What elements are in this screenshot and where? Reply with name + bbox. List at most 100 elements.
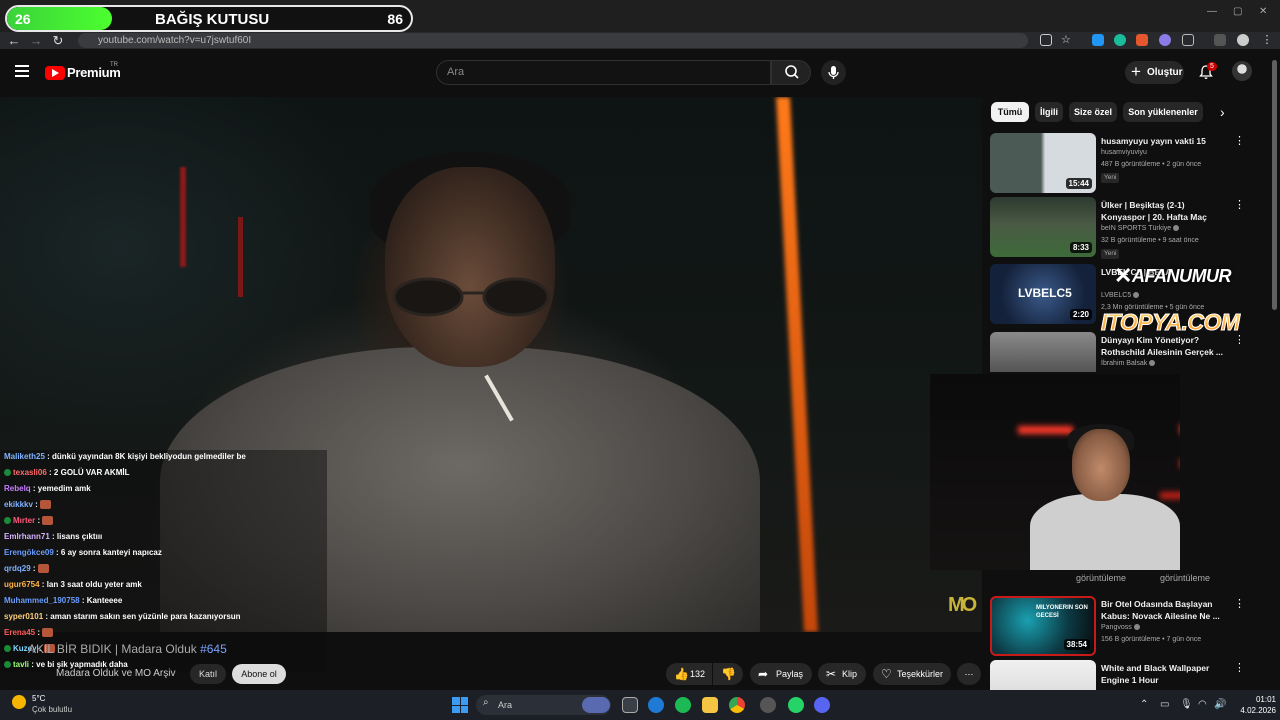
recommendation-channel[interactable]: husamviyuviyu [1101,149,1147,156]
close-icon[interactable]: ✕ [1259,6,1267,17]
chat-username[interactable]: Emlrhann71 [4,532,50,541]
url-field[interactable]: youtube.com/watch?v=u7jswtuf60I [78,33,1028,48]
forward-icon[interactable]: → [26,32,46,49]
network-icon[interactable]: ▭ [1160,699,1169,710]
more-icon[interactable]: ⋮ [1234,199,1245,211]
recommendation-channel[interactable]: LVBELC5 [1101,292,1140,299]
chat-username[interactable]: Rebelq [4,484,31,493]
weather-description[interactable]: Çok bulutlu [32,705,72,714]
windows-start-icon[interactable] [452,697,468,713]
bookmark-star-icon[interactable]: ☆ [1061,34,1073,46]
chat-message: Emlrhann71 : lisans çıktııı [4,532,102,548]
chat-message: Muhammed_190758 : Kanteeee [4,596,122,612]
chat-username[interactable]: ugur6754 [4,580,40,589]
reload-icon[interactable]: ↻ [48,32,68,49]
chat-username[interactable]: Erengökce09 [4,548,54,557]
clip-button[interactable]: ✂ Klip [818,663,866,685]
clock-time[interactable]: 01:01 [1248,695,1276,704]
chat-username[interactable]: Maliketh25 [4,452,45,461]
recommendation-item[interactable]: MILYONERIN SON GECESİ 38:54 Bir Otel Oda… [990,596,1245,658]
join-button[interactable]: Katıl [190,664,226,684]
recommendation-item[interactable]: 8:33 Ülker | Beşiktaş (2-1) Konyaspor | … [990,197,1245,259]
cast-icon[interactable] [1040,34,1052,46]
share-button[interactable]: ➦ Paylaş [750,663,812,685]
search-button[interactable] [771,60,811,85]
views-label: görüntüleme [1076,573,1127,583]
extension-icon[interactable] [1136,34,1148,46]
recommendation-title[interactable]: White and Black Wallpaper Engine 1 Hour [1101,662,1226,686]
recommendation-item[interactable]: Dünyayı Kim Yönetiyor? Rothschild Ailesi… [990,332,1240,372]
more-icon[interactable]: ⋮ [1261,34,1273,46]
page-scrollbar[interactable] [1272,60,1277,310]
discord-icon[interactable] [814,697,830,713]
more-actions-button[interactable]: ⋯ [957,663,981,685]
chat-username[interactable]: Muhammed_190758 [4,596,80,605]
video-thumbnail[interactable]: MILYONERIN SON GECESİ 38:54 [990,596,1096,656]
weather-temperature[interactable]: 5°C [32,694,45,703]
spotify-icon[interactable] [675,697,691,713]
recommendation-title[interactable]: Ülker | Beşiktaş (2-1) Konyaspor | 20. H… [1101,199,1226,224]
recommendation-title[interactable]: Dünyayı Kim Yönetiyor? Rothschild Ailesi… [1101,334,1226,358]
chat-username[interactable]: ekikkkv [4,500,33,509]
thanks-button[interactable]: ♡ Teşekkürler [873,663,951,685]
chip-for-you[interactable]: Size özel [1069,102,1117,122]
recommendation-channel[interactable]: beIN SPORTS Türkiye [1101,225,1180,232]
maximize-icon[interactable]: ▢ [1233,6,1242,17]
youtube-logo-icon[interactable] [45,66,65,80]
video-thumbnail[interactable]: 15:44 [990,133,1096,193]
chat-username[interactable]: texasli06 [13,468,47,477]
chrome-icon[interactable] [729,697,745,713]
chevron-up-icon[interactable]: ⌃ [1140,699,1148,710]
whatsapp-icon[interactable] [788,697,804,713]
chip-related[interactable]: İlgili [1035,102,1063,122]
chat-username[interactable]: Erena45 [4,628,35,637]
dislike-button[interactable]: 👎 [713,663,743,685]
recommendation-item[interactable]: White and Black Wallpaper Engine 1 Hour … [990,660,1240,690]
video-thumbnail[interactable]: LVBELC5 2:20 [990,264,1096,324]
clock-date[interactable]: 4.02.2026 [1225,706,1276,715]
voice-search-button[interactable] [821,60,846,85]
chat-username[interactable]: syper0101 [4,612,43,621]
more-icon[interactable]: ⋮ [1234,135,1245,147]
chip-all[interactable]: Tümü [991,102,1029,122]
profile-icon[interactable] [1237,34,1249,46]
more-icon[interactable]: ⋮ [1234,662,1240,674]
search-input[interactable]: Ara [436,60,771,85]
recommendation-item[interactable]: 15:44 husamyuyu yayın vakti 15 husamviyu… [990,133,1245,195]
weather-cloud-icon[interactable] [12,695,26,709]
recommendation-title[interactable]: Bir Otel Odasında Başlayan Kabus: Novack… [1101,598,1226,622]
extensions-puzzle-icon[interactable] [1182,34,1194,46]
extension-icon[interactable] [1114,34,1126,46]
chat-username[interactable]: qrdq29 [4,564,31,573]
chip-recent[interactable]: Son yüklenenler [1123,102,1203,122]
search-highlight-icon[interactable] [582,697,610,713]
chat-username[interactable]: Mırter [13,516,35,525]
media-icon[interactable] [1214,34,1226,46]
video-thumbnail[interactable]: 8:33 [990,197,1096,257]
more-icon[interactable]: ⋮ [1234,598,1245,610]
chat-username[interactable]: tavli [13,660,29,669]
like-button[interactable]: 👍 132 [666,663,712,685]
donation-current: 26 [15,11,31,27]
recommendation-channel[interactable]: İbrahim Balsak [1101,360,1156,367]
mic-icon[interactable]: 🎙 [1180,699,1193,710]
channel-name[interactable]: Madara Olduk ve MO Arşiv [56,668,175,679]
video-thumbnail[interactable] [990,660,1096,690]
recommendation-channel[interactable]: Pangvoss [1101,624,1140,631]
subscribe-button[interactable]: Abone ol [232,664,286,684]
back-icon[interactable]: ← [4,32,24,49]
avatar[interactable] [1232,61,1252,81]
edge-icon[interactable] [648,697,664,713]
task-view-icon[interactable] [622,697,638,713]
file-explorer-icon[interactable] [702,697,718,713]
extension-icon[interactable] [1092,34,1104,46]
hamburger-menu-icon[interactable] [15,65,29,77]
app-icon[interactable] [760,697,776,713]
extension-icon[interactable] [1159,34,1171,46]
minimize-icon[interactable]: — [1207,6,1217,17]
chevron-right-icon[interactable]: › [1220,104,1225,120]
video-thumbnail[interactable] [990,332,1096,372]
recommendation-title[interactable]: husamyuyu yayın vakti 15 [1101,135,1226,147]
wifi-icon[interactable]: ◠ [1198,699,1207,710]
background-light [1018,426,1073,434]
